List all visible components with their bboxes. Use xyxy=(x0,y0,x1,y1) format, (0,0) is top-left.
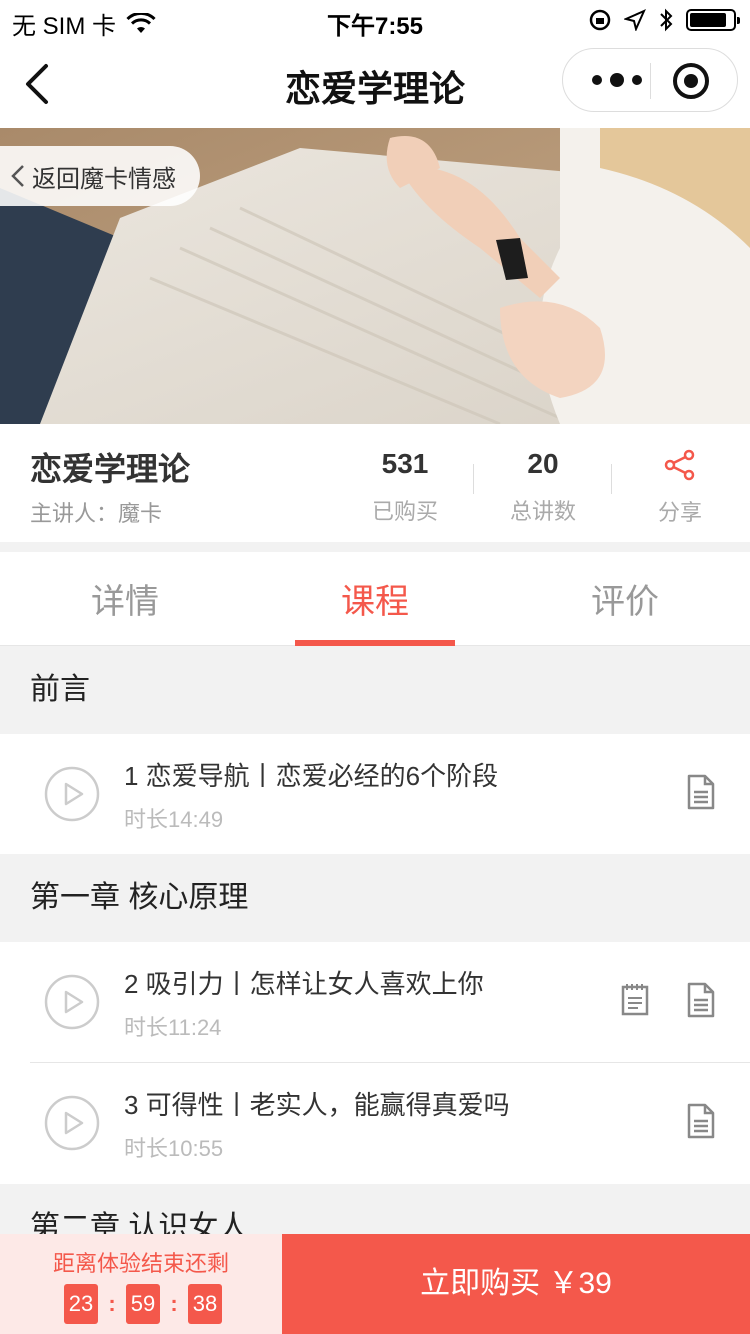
course-cover-image: 返回魔卡情感 xyxy=(0,128,750,424)
back-to-home-label: 返回魔卡情感 xyxy=(32,165,176,193)
purchased-count: 531 xyxy=(381,448,429,479)
document-icon[interactable] xyxy=(686,1103,716,1139)
battery-fill xyxy=(690,13,726,27)
lesson-duration: 时长10:55 xyxy=(124,1136,224,1161)
lesson-duration: 时长11:24 xyxy=(124,1015,222,1040)
lesson-duration: 时长14:49 xyxy=(124,807,224,832)
status-bar: 无 SIM 卡 下午7:55 xyxy=(0,0,750,40)
lesson-title: 3 可得性丨老实人，能赢得真爱吗 xyxy=(124,1090,510,1120)
lesson-item[interactable]: 1 恋爱导航丨恋爱必经的6个阶段 时长14:49 xyxy=(0,734,750,854)
document-icon[interactable] xyxy=(686,982,716,1018)
chevron-left-icon xyxy=(11,165,24,187)
purchased-stat: 531 已购买 xyxy=(345,448,465,526)
timer-colon: : xyxy=(108,1291,116,1316)
share-label: 分享 xyxy=(657,500,702,525)
section-header: 前言 xyxy=(0,646,750,734)
section-header: 第一章 核心原理 xyxy=(0,854,750,942)
purchased-label: 已购买 xyxy=(371,499,438,524)
lecturer-label: 主讲人：魔卡 xyxy=(30,501,163,526)
document-icon[interactable] xyxy=(686,774,716,810)
more-dots-icon[interactable] xyxy=(587,65,647,95)
close-circle-icon[interactable] xyxy=(671,61,711,101)
countdown-timer: 23 : 59 : 38 xyxy=(64,1284,222,1324)
lesson-title: 2 吸引力丨怎样让女人喜欢上你 xyxy=(124,969,484,999)
tab-bar: 详情 课程 评价 xyxy=(0,552,750,646)
countdown-seconds: 38 xyxy=(188,1284,222,1324)
lecture-label: 总讲数 xyxy=(509,499,576,524)
location-icon xyxy=(624,9,646,31)
play-icon[interactable] xyxy=(44,974,100,1030)
back-to-home-button[interactable]: 返回魔卡情感 xyxy=(0,146,200,206)
trial-label: 距离体验结束还剩 xyxy=(52,1251,229,1276)
share-icon xyxy=(664,449,695,481)
lesson-title: 1 恋爱导航丨恋爱必经的6个阶段 xyxy=(124,761,499,791)
tab-courses[interactable]: 课程 xyxy=(250,574,500,623)
countdown-minutes: 59 xyxy=(126,1284,160,1324)
rotation-lock-icon xyxy=(589,9,611,31)
trial-countdown: 距离体验结束还剩 23 : 59 : 38 xyxy=(0,1234,282,1334)
section-gap xyxy=(0,542,750,552)
course-info: 恋爱学理论 主讲人：魔卡 531 已购买 20 总讲数 分享 xyxy=(0,424,750,542)
buy-now-button[interactable]: 立即购买 ￥39 xyxy=(282,1234,750,1334)
tab-details[interactable]: 详情 xyxy=(0,574,250,623)
lesson-item[interactable]: 3 可得性丨老实人，能赢得真爱吗 时长10:55 xyxy=(0,1063,750,1183)
course-title: 恋爱学理论 xyxy=(30,451,191,487)
status-right xyxy=(588,8,740,32)
timer-colon: : xyxy=(170,1291,178,1316)
notes-icon[interactable] xyxy=(620,982,650,1016)
tab-reviews[interactable]: 评价 xyxy=(500,574,750,623)
navigation-bar: 恋爱学理论 xyxy=(0,40,750,128)
mini-program-capsule xyxy=(562,48,738,112)
bottom-purchase-bar: 距离体验结束还剩 23 : 59 : 38 立即购买 ￥39 xyxy=(0,1234,750,1334)
play-icon[interactable] xyxy=(44,1095,100,1151)
lecture-count: 20 xyxy=(527,448,559,479)
stat-divider xyxy=(473,464,474,494)
bluetooth-icon xyxy=(660,8,673,32)
capsule-divider xyxy=(650,63,651,99)
countdown-hours: 23 xyxy=(64,1284,98,1324)
stat-divider xyxy=(611,464,612,494)
share-button[interactable]: 分享 xyxy=(620,448,740,527)
play-icon[interactable] xyxy=(44,766,100,822)
lecture-stat: 20 总讲数 xyxy=(483,448,603,526)
battery-icon xyxy=(686,9,740,31)
lesson-item[interactable]: 2 吸引力丨怎样让女人喜欢上你 时长11:24 xyxy=(0,942,750,1062)
